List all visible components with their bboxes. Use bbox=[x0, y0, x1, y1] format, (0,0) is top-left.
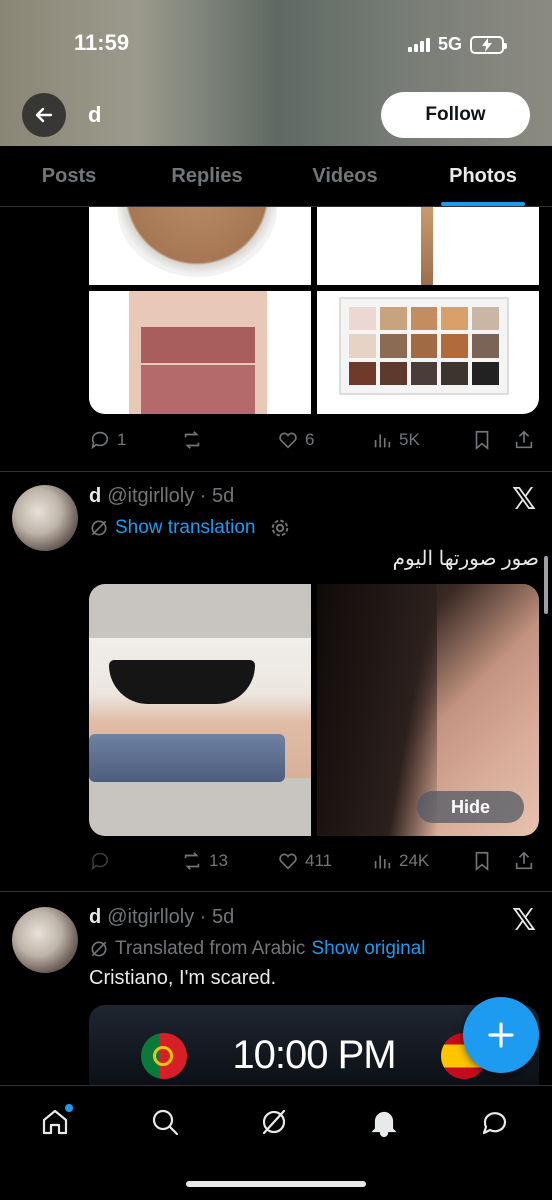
tab-videos[interactable]: Videos bbox=[276, 146, 414, 206]
settings-icon[interactable] bbox=[269, 517, 291, 539]
post2-actions: 13 411 24K bbox=[89, 846, 539, 876]
like-icon bbox=[279, 432, 297, 449]
repost-button[interactable]: 13 bbox=[181, 850, 277, 872]
repost-icon bbox=[184, 431, 200, 449]
views-count: 24K bbox=[399, 851, 430, 870]
bronzer-photo[interactable] bbox=[89, 207, 311, 285]
messages-icon bbox=[482, 1112, 507, 1135]
share-icon bbox=[515, 851, 533, 870]
bookmark-icon bbox=[475, 851, 489, 872]
show-translation-link[interactable]: Show translation bbox=[115, 517, 255, 539]
post3-text: Cristiano, I'm scared. bbox=[89, 967, 277, 989]
avatar[interactable] bbox=[12, 485, 78, 551]
share-button[interactable] bbox=[513, 429, 535, 451]
handle[interactable]: @itgirlloly bbox=[107, 906, 194, 928]
reply-button[interactable]: 1 bbox=[89, 429, 181, 451]
post-divider bbox=[0, 891, 552, 892]
compose-icon bbox=[488, 1022, 514, 1048]
lipstick-photo[interactable] bbox=[317, 207, 539, 285]
translated-from-label: Translated from Arabic bbox=[115, 938, 306, 959]
profile-name: d bbox=[88, 102, 102, 127]
reply-icon bbox=[91, 852, 109, 871]
eyeshadow-palette-photo[interactable] bbox=[317, 291, 539, 414]
views-button[interactable]: 24K bbox=[371, 850, 471, 872]
translation-row: Show translation bbox=[89, 517, 291, 539]
back-arrow-icon bbox=[35, 107, 53, 123]
bookmark-button[interactable] bbox=[471, 429, 513, 451]
scrollbar[interactable] bbox=[544, 556, 548, 614]
display-name[interactable]: d bbox=[89, 906, 101, 928]
share-icon bbox=[515, 430, 533, 449]
post-age: 5d bbox=[211, 485, 235, 507]
handle[interactable]: @itgirlloly bbox=[107, 485, 194, 507]
like-icon bbox=[279, 853, 297, 870]
reply-icon bbox=[91, 431, 109, 450]
post1-actions: 1 6 5K bbox=[89, 425, 539, 455]
repost-icon bbox=[184, 852, 200, 870]
reply-count: 1 bbox=[117, 430, 127, 449]
like-count: 6 bbox=[305, 430, 315, 449]
show-original-link[interactable]: Show original bbox=[311, 938, 425, 960]
views-icon bbox=[374, 434, 391, 448]
nav-messages[interactable] bbox=[475, 1102, 515, 1142]
signal-icon bbox=[407, 37, 430, 52]
post-divider bbox=[0, 471, 552, 472]
bookmark-button[interactable] bbox=[471, 850, 513, 872]
views-count: 5K bbox=[399, 430, 420, 449]
reply-button[interactable] bbox=[89, 850, 181, 872]
tab-photos[interactable]: Photos bbox=[414, 146, 552, 206]
back-button[interactable] bbox=[22, 93, 66, 137]
views-icon bbox=[374, 855, 391, 869]
nav-home[interactable] bbox=[35, 1102, 75, 1142]
post-age: 5d bbox=[211, 906, 235, 928]
display-name[interactable]: d bbox=[89, 485, 101, 507]
translated-row: Translated from Arabic Show original bbox=[89, 938, 426, 960]
bookmark-icon bbox=[475, 430, 489, 451]
like-button[interactable]: 411 bbox=[277, 850, 371, 872]
profile-tabs: Posts Replies Videos Photos bbox=[0, 146, 552, 207]
x-logo-icon: 𝕏 bbox=[512, 903, 537, 938]
tab-posts[interactable]: Posts bbox=[0, 146, 138, 206]
separator: · bbox=[194, 485, 212, 507]
post2-text: صور صورتها اليوم bbox=[392, 548, 539, 570]
repost-button[interactable] bbox=[181, 429, 277, 451]
tab-replies[interactable]: Replies bbox=[138, 146, 276, 206]
post2-author: d @itgirlloly · 5d bbox=[89, 485, 234, 508]
network-label: 5G bbox=[437, 34, 462, 54]
search-icon bbox=[152, 1109, 179, 1136]
follow-button[interactable]: Follow bbox=[381, 92, 530, 138]
translate-icon bbox=[91, 941, 107, 957]
nav-grok[interactable] bbox=[254, 1102, 294, 1142]
hide-button[interactable]: Hide bbox=[417, 791, 524, 823]
share-button[interactable] bbox=[513, 850, 535, 872]
translate-icon bbox=[91, 520, 107, 536]
blush-palette-photo[interactable] bbox=[89, 291, 311, 414]
views-button[interactable]: 5K bbox=[371, 429, 471, 451]
separator: · bbox=[194, 906, 212, 928]
repost-count: 13 bbox=[209, 851, 228, 870]
home-notification-dot bbox=[65, 1104, 73, 1112]
compose-button[interactable] bbox=[463, 997, 539, 1073]
avatar[interactable] bbox=[12, 907, 78, 973]
photo-left[interactable] bbox=[89, 584, 311, 836]
battery-charging-icon bbox=[470, 35, 507, 54]
grok-icon bbox=[262, 1109, 286, 1135]
status-indicators: 5G bbox=[407, 34, 507, 55]
bell-icon bbox=[371, 1111, 397, 1138]
nav-notifications[interactable] bbox=[364, 1102, 404, 1142]
home-indicator[interactable] bbox=[186, 1181, 366, 1187]
like-button[interactable]: 6 bbox=[277, 429, 371, 451]
status-time: 11:59 bbox=[74, 30, 130, 55]
post1-media-grid[interactable] bbox=[89, 207, 539, 414]
x-logo-icon: 𝕏 bbox=[512, 482, 537, 517]
post3-author: d @itgirlloly · 5d bbox=[89, 906, 234, 929]
like-count: 411 bbox=[305, 851, 333, 870]
nav-search[interactable] bbox=[145, 1102, 185, 1142]
